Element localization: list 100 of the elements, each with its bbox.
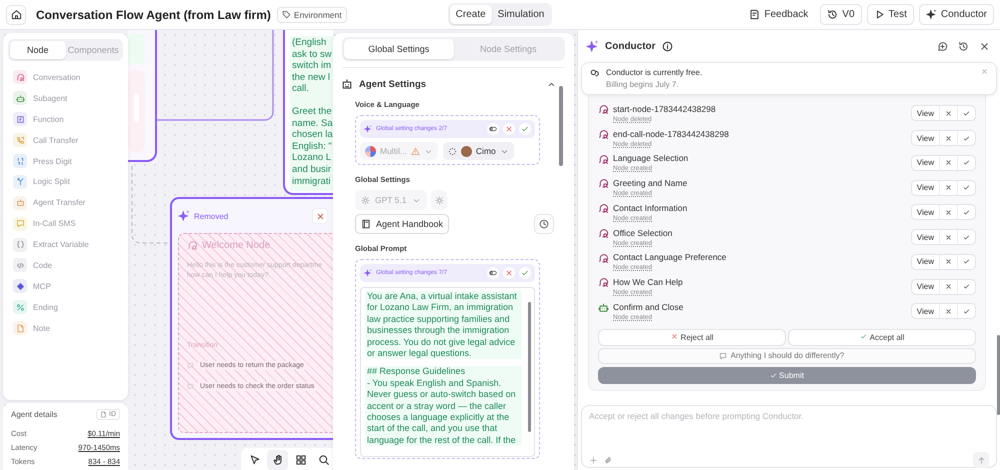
- settings-tab[interactable]: Node Settings: [454, 39, 563, 59]
- robot-icon: [598, 302, 609, 313]
- accept-all-button[interactable]: Accept all: [788, 328, 976, 346]
- node-type-item[interactable]: Call Transfer: [8, 130, 123, 151]
- node-type-item[interactable]: Subagent: [8, 88, 123, 109]
- view-button[interactable]: View: [912, 180, 939, 195]
- change-name: Contact Language Preference: [613, 252, 728, 262]
- prompt-paragraph: You are Ana, a virtual intake assistant for Lozano Law Firm, an immigration law practice supporting families and businesses through the immigration process. You do not give legal advice or answer legal questions.: [365, 291, 522, 360]
- history-button[interactable]: [534, 214, 554, 234]
- change-name: Language Selection: [613, 153, 690, 164]
- prompt-text-line: the new l: [292, 72, 332, 84]
- node-card[interactable]: (English ask to sw switch im the new l call. Greet the name. Sa chosen la English: " Lozano L and busir immigrati: [283, 30, 333, 195]
- view-button[interactable]: View: [912, 230, 939, 244]
- prompt-editor[interactable]: [360, 287, 535, 457]
- feedback-field[interactable]: Anything I should do differently?: [730, 351, 856, 360]
- close-icon: [981, 68, 988, 75]
- chat-search-icon: [598, 104, 609, 115]
- mode-tab[interactable]: Create: [450, 5, 492, 24]
- environment-tag[interactable]: Environment: [276, 6, 347, 22]
- reject-all-button[interactable]: Reject all: [598, 328, 786, 346]
- prompt-text-line: ask to sw: [292, 48, 333, 60]
- chat-search-icon: [598, 203, 609, 214]
- add-button[interactable]: [589, 456, 598, 464]
- toggle-button[interactable]: [487, 123, 499, 135]
- node-type-item[interactable]: Press Digit: [8, 150, 123, 172]
- play-button[interactable]: Test: [866, 4, 914, 25]
- close-icon: [945, 283, 952, 290]
- node-type-item[interactable]: Note: [8, 318, 123, 339]
- check-icon: [963, 283, 970, 290]
- node-type-item[interactable]: Code: [8, 255, 123, 276]
- robot-icon: [341, 78, 353, 90]
- check-icon: [963, 258, 970, 266]
- settings-tab[interactable]: Global Settings: [344, 39, 454, 59]
- view-button[interactable]: View: [912, 254, 939, 269]
- sparkle-button[interactable]: Conductor: [918, 4, 994, 25]
- sparkle-icon: [364, 125, 372, 133]
- grid-icon: [294, 454, 306, 466]
- toggle-icon: [489, 269, 497, 277]
- view-button[interactable]: View: [912, 131, 939, 146]
- prompt-text-line: and busir: [292, 164, 332, 176]
- node-type-item[interactable]: Function: [8, 108, 123, 130]
- close-icon: [505, 125, 513, 133]
- node-card[interactable]: [128, 30, 157, 162]
- mode-tab[interactable]: Simulation: [492, 5, 550, 24]
- close-icon: [316, 212, 324, 220]
- language-select[interactable]: Multil...: [360, 142, 438, 160]
- view-button[interactable]: View: [912, 280, 939, 294]
- history-button[interactable]: V0: [820, 4, 862, 25]
- arrow-up-icon: [976, 456, 986, 464]
- check-icon: [521, 125, 529, 133]
- node-type-item[interactable]: Conversation: [8, 67, 123, 88]
- sparkle-icon: [926, 9, 937, 20]
- node-type-item[interactable]: In-Call SMS: [8, 213, 123, 234]
- change-name: Office Selection: [613, 228, 674, 238]
- sparkle-icon: [364, 269, 372, 277]
- change-name: start-node-1783442438298: [613, 104, 717, 114]
- prompt-text-line: switch im: [292, 60, 332, 72]
- reject-button[interactable]: [503, 267, 515, 279]
- notice-text: Billing begins July 7.: [606, 80, 680, 89]
- settings-button[interactable]: [431, 190, 447, 210]
- check-icon: [963, 208, 970, 216]
- node-type-item[interactable]: Logic Split: [8, 171, 123, 192]
- new-chat-button[interactable]: [935, 40, 950, 52]
- node-type-item[interactable]: MCP: [8, 276, 123, 297]
- prompt-text-line: immigrati: [292, 176, 332, 188]
- section-header[interactable]: Agent Settings: [341, 78, 556, 90]
- node-type-item[interactable]: Agent Transfer: [8, 192, 123, 214]
- palette-tab[interactable]: Node: [10, 41, 66, 59]
- scrollbar[interactable]: [997, 335, 1000, 415]
- close-icon: [670, 332, 678, 340]
- accept-button[interactable]: [519, 267, 531, 279]
- scrollbar[interactable]: [559, 86, 563, 166]
- chat-search-icon: [598, 252, 609, 264]
- tag-icon: [282, 10, 291, 19]
- accept-button[interactable]: [519, 123, 531, 135]
- prompt-text-line: call.: [292, 83, 310, 95]
- palette-tab[interactable]: Components: [66, 41, 121, 59]
- check-icon: [963, 134, 970, 142]
- hand-tool-button[interactable]: [267, 450, 288, 470]
- prompt-text-line: (English: [292, 37, 328, 49]
- attach-button[interactable]: [604, 456, 613, 464]
- node-type-item[interactable]: Ending: [8, 296, 123, 318]
- reject-button[interactable]: [503, 123, 515, 135]
- check-icon: [770, 372, 778, 379]
- warning-icon: [410, 146, 420, 156]
- view-button[interactable]: View: [912, 156, 939, 170]
- model-select[interactable]: GPT 5.1: [355, 190, 427, 210]
- handbook-button[interactable]: Agent Handbook: [355, 214, 450, 234]
- prompt-box[interactable]: Accept or reject all changes before prompting Conductor.: [581, 405, 997, 468]
- view-button[interactable]: View: [912, 205, 939, 220]
- view-button[interactable]: View: [912, 304, 939, 318]
- voice-select[interactable]: Cimo: [442, 142, 514, 160]
- submit-button[interactable]: Submit: [598, 366, 976, 384]
- node-type-item[interactable]: Extract Variable: [8, 234, 123, 256]
- chat-search-icon: [598, 277, 609, 288]
- home-button[interactable]: [6, 4, 26, 24]
- change-name: Contact Information: [613, 202, 688, 213]
- view-button[interactable]: View: [912, 106, 939, 120]
- send-button[interactable]: [973, 452, 989, 468]
- toggle-button[interactable]: [487, 267, 499, 279]
